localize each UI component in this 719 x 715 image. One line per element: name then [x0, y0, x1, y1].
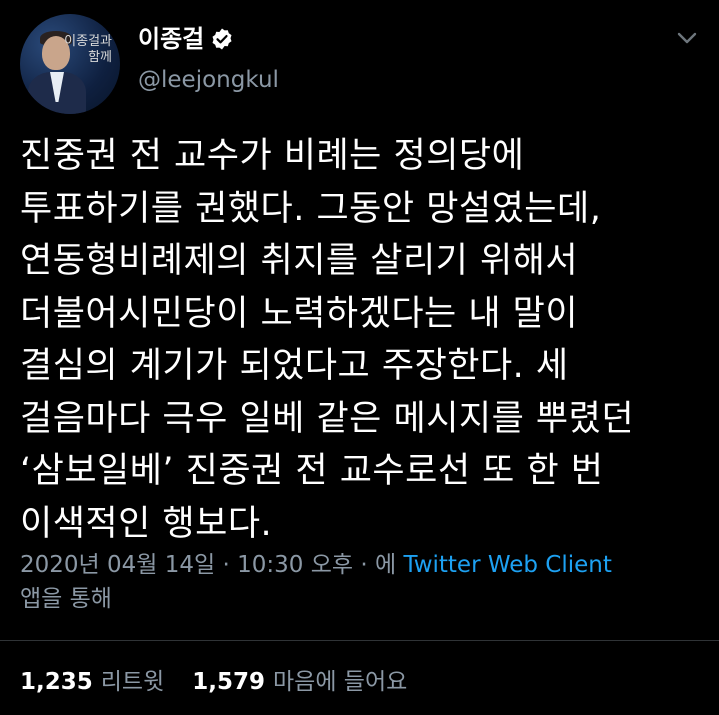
user-info: 이종걸 @leejongkul: [138, 24, 279, 94]
retweets-count: 1,235: [20, 669, 93, 695]
via-suffix: 앱을 통해: [20, 586, 112, 612]
tweet-date[interactable]: 2020년 04월 14일: [20, 552, 215, 578]
tweet-detail: 이종걸과 함께 이종걸 @leejongkul 진중권 전 교수가 비례는 정의…: [0, 0, 719, 715]
avatar-caption-line2: 함께: [88, 50, 112, 65]
divider: [0, 640, 719, 641]
likes-stat[interactable]: 1,579 마음에 들어요: [192, 665, 407, 699]
meta-separator: ·: [215, 552, 238, 578]
avatar-caption-line1: 이종걸과: [64, 34, 112, 49]
chevron-down-icon[interactable]: [674, 28, 700, 48]
avatar-caption: 이종걸과 함께: [64, 34, 112, 66]
likes-label: 마음에 들어요: [273, 669, 408, 695]
tweet-time[interactable]: 10:30 오후: [237, 552, 353, 578]
tweet-header: 이종걸과 함께 이종걸 @leejongkul: [20, 14, 700, 114]
retweets-label: 리트윗: [100, 669, 165, 695]
retweets-stat[interactable]: 1,235 리트윗: [20, 665, 164, 699]
tweet-text: 진중권 전 교수가 비례는 정의당에 투표하기를 권했다. 그동안 망설였는데,…: [20, 136, 635, 544]
tweet-stats: 1,235 리트윗 1,579 마음에 들어요: [20, 664, 435, 700]
tweet-meta: 2020년 04월 14일 · 10:30 오후 · 에 Twitter Web…: [20, 548, 700, 616]
via-prefix: 에: [374, 552, 404, 578]
user-handle[interactable]: @leejongkul: [138, 66, 279, 94]
name-row: 이종걸: [138, 24, 279, 54]
verified-badge-icon: [210, 27, 234, 51]
avatar[interactable]: 이종걸과 함께: [20, 14, 120, 114]
likes-count: 1,579: [192, 669, 266, 695]
meta-separator: ·: [353, 552, 375, 578]
display-name[interactable]: 이종걸: [138, 24, 204, 54]
source-app-link[interactable]: Twitter Web Client: [403, 552, 611, 578]
